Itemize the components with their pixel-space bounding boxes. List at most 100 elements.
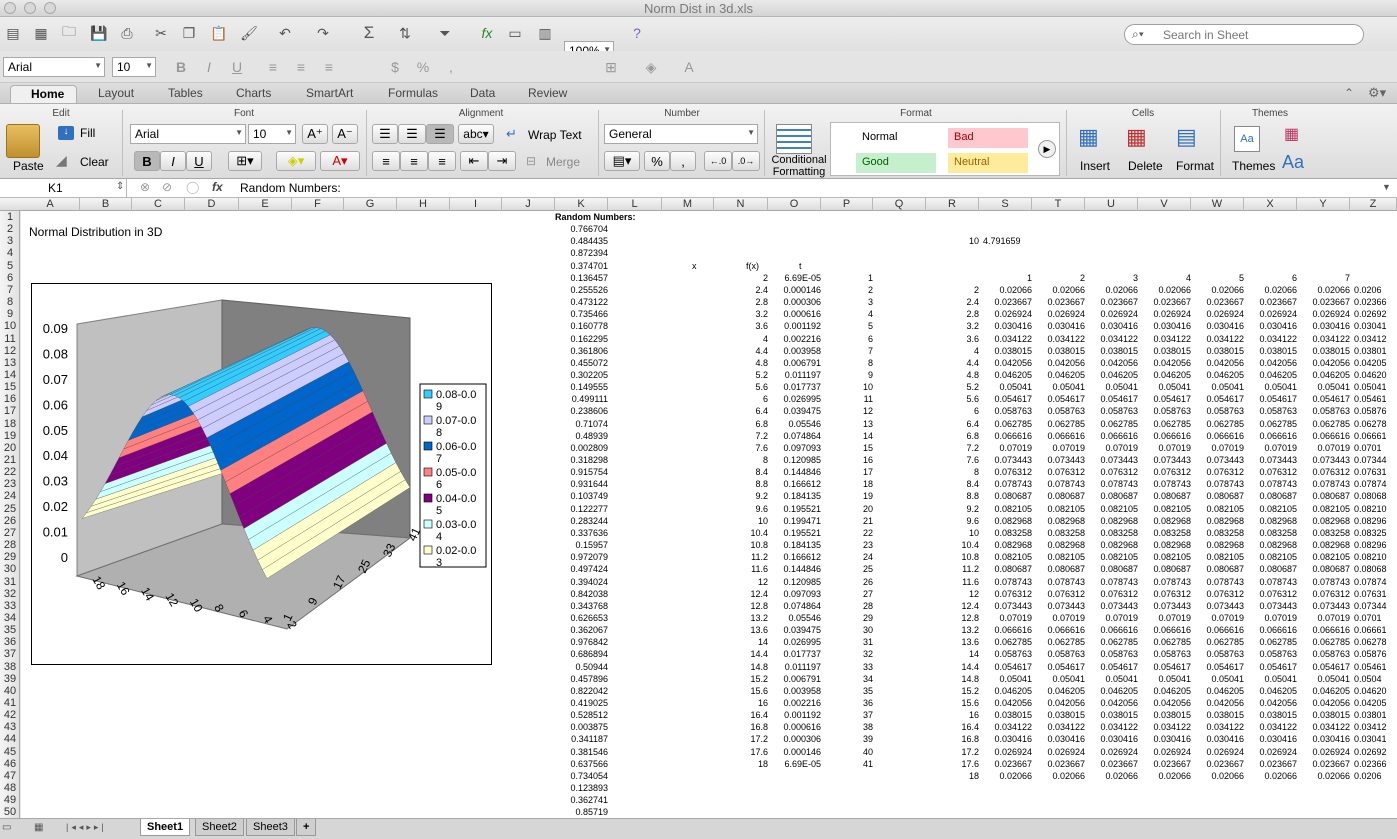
column-header-k[interactable]: K	[555, 198, 608, 211]
page-layout-view-icon[interactable]: ▦	[34, 822, 43, 833]
row-header-47[interactable]: 47	[0, 770, 20, 782]
gallery-next-icon[interactable]: ▶	[1038, 140, 1056, 158]
row-header-18[interactable]: 18	[0, 418, 20, 430]
collapse-ribbon-icon[interactable]: ⌃	[1344, 86, 1354, 100]
row-header-29[interactable]: 29	[0, 551, 20, 563]
ribbon-font-name[interactable]: Arial ▼	[130, 124, 246, 144]
percent-icon[interactable]: %	[412, 57, 434, 77]
fill-button[interactable]: Fill	[80, 126, 95, 140]
sort-icon[interactable]: ⇅	[394, 23, 416, 43]
column-header-c[interactable]: C	[132, 198, 185, 211]
help-icon[interactable]: ?	[626, 23, 648, 43]
align-right-button[interactable]: ≡	[428, 151, 456, 171]
font-color-icon[interactable]: A	[678, 57, 700, 77]
row-header-27[interactable]: 27	[0, 527, 20, 539]
column-header-x[interactable]: X	[1244, 198, 1297, 211]
worksheet-grid[interactable]: Normal Distribution in 3D 0.09 0.08 0.07 0.…	[21, 211, 1397, 818]
increase-decimal-button[interactable]: ←.0	[704, 151, 732, 171]
number-format-select[interactable]: General ▼	[604, 124, 758, 144]
tab-charts[interactable]: Charts	[224, 85, 283, 103]
row-header-17[interactable]: 17	[0, 405, 20, 417]
row-header-34[interactable]: 34	[0, 612, 20, 624]
row-header-6[interactable]: 6	[0, 272, 20, 284]
print-icon[interactable]: ⎙	[116, 23, 138, 43]
row-header-22[interactable]: 22	[0, 466, 20, 478]
style-neutral[interactable]: Neutral	[948, 153, 1028, 173]
row-header-43[interactable]: 43	[0, 721, 20, 733]
comma-icon[interactable]: ,	[440, 57, 462, 77]
currency-icon[interactable]: $	[384, 57, 406, 77]
function-icon[interactable]: fx	[212, 180, 223, 194]
row-header-9[interactable]: 9	[0, 308, 20, 320]
percent-button[interactable]: %	[644, 151, 670, 171]
clear-button[interactable]: Clear	[80, 155, 109, 169]
sheet-tab-2[interactable]: Sheet2	[195, 819, 244, 836]
templates-icon[interactable]: ▦	[30, 23, 52, 43]
surface-chart[interactable]: 0.09 0.08 0.07 0.06 0.05 0.04 0.03 0.02 0.01 0 1 9 1…	[31, 283, 492, 665]
gear-icon[interactable]: ⚙▾	[1368, 85, 1386, 101]
name-box-stepper-icon[interactable]: ⇕	[116, 181, 124, 192]
row-header-35[interactable]: 35	[0, 624, 20, 636]
column-header-g[interactable]: G	[344, 198, 397, 211]
bold-button[interactable]: B	[134, 151, 160, 171]
fill-color-icon[interactable]: ◈	[640, 57, 662, 77]
row-header-44[interactable]: 44	[0, 733, 20, 745]
ribbon-font-size[interactable]: 10 ▼	[248, 124, 296, 144]
row-header-48[interactable]: 48	[0, 782, 20, 794]
row-header-39[interactable]: 39	[0, 673, 20, 685]
row-header-42[interactable]: 42	[0, 709, 20, 721]
row-header-50[interactable]: 50	[0, 806, 20, 818]
theme-colors-icon[interactable]: ▦	[1284, 124, 1299, 144]
name-box[interactable]: K1	[0, 179, 127, 198]
column-header-i[interactable]: I	[450, 198, 502, 211]
grow-font-button[interactable]: A⁺	[302, 124, 328, 144]
increase-indent-button[interactable]: ⇥	[488, 151, 516, 171]
row-header-33[interactable]: 33	[0, 600, 20, 612]
style-good[interactable]: Good	[856, 153, 936, 173]
row-header-20[interactable]: 20	[0, 442, 20, 454]
borders-icon[interactable]: ⊞	[600, 57, 622, 77]
sheet-tab-1[interactable]: Sheet1	[140, 819, 191, 836]
row-header-49[interactable]: 49	[0, 794, 20, 806]
row-header-4[interactable]: 4	[0, 247, 20, 259]
style-bad[interactable]: Bad	[948, 128, 1028, 148]
align-middle-button[interactable]: ☰	[398, 124, 426, 144]
wrap-text-button[interactable]: Wrap Text	[528, 128, 582, 142]
tab-formulas[interactable]: Formulas	[376, 85, 450, 103]
row-header-23[interactable]: 23	[0, 478, 20, 490]
column-header-e[interactable]: E	[239, 198, 292, 211]
row-header-26[interactable]: 26	[0, 515, 20, 527]
expand-formula-icon[interactable]: ▼	[1382, 182, 1391, 192]
orientation-button[interactable]: abc ▾	[458, 124, 494, 144]
row-header-38[interactable]: 38	[0, 661, 20, 673]
column-header-u[interactable]: U	[1085, 198, 1138, 211]
function-icon[interactable]: fx	[476, 23, 498, 43]
add-sheet-button[interactable]: +	[296, 819, 317, 836]
redo-icon[interactable]: ↷	[312, 23, 334, 43]
align-center-button[interactable]: ≡	[400, 151, 428, 171]
column-header-m[interactable]: M	[662, 198, 714, 211]
row-header-13[interactable]: 13	[0, 357, 20, 369]
align-center-icon[interactable]: ≡	[290, 57, 312, 77]
italic-button[interactable]: I	[160, 151, 186, 171]
insert-button[interactable]: Insert	[1080, 159, 1110, 173]
themes-button[interactable]: Themes	[1232, 159, 1275, 173]
row-header-2[interactable]: 2	[0, 223, 20, 235]
tab-home[interactable]: Home	[10, 85, 78, 103]
align-bottom-button[interactable]: ☰	[426, 124, 454, 144]
column-header-y[interactable]: Y	[1297, 198, 1350, 211]
tab-smartart[interactable]: SmartArt	[294, 85, 365, 103]
column-header-j[interactable]: J	[502, 198, 555, 211]
align-left-icon[interactable]: ≡	[262, 57, 284, 77]
autosum-icon[interactable]: Σ	[358, 23, 380, 43]
row-header-14[interactable]: 14	[0, 369, 20, 381]
row-header-24[interactable]: 24	[0, 490, 20, 502]
tab-tables[interactable]: Tables	[156, 85, 215, 103]
filter-icon[interactable]: ⏷	[434, 23, 456, 43]
sheet-tab-3[interactable]: Sheet3	[246, 819, 295, 836]
row-header-28[interactable]: 28	[0, 539, 20, 551]
align-right-icon[interactable]: ≡	[318, 57, 340, 77]
style-normal[interactable]: Normal	[856, 128, 936, 148]
row-header-46[interactable]: 46	[0, 758, 20, 770]
row-header-40[interactable]: 40	[0, 685, 20, 697]
